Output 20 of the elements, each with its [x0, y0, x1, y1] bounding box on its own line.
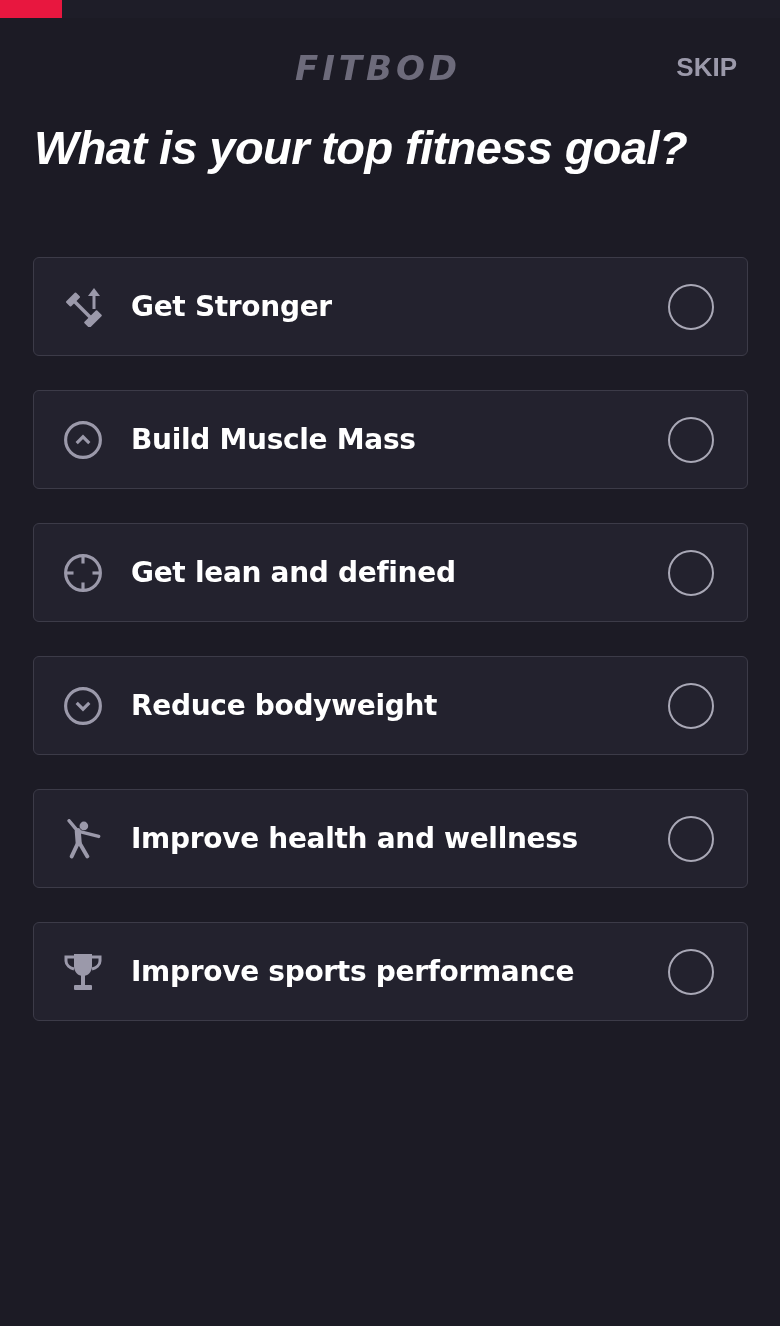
- goal-option[interactable]: Build Muscle Mass: [33, 390, 748, 489]
- trophy-icon: [63, 951, 103, 992]
- skip-button[interactable]: SKIP: [676, 50, 737, 84]
- radio-button[interactable]: [668, 283, 714, 330]
- chevron-down-circle-icon: [63, 685, 103, 726]
- chevron-up-circle-icon: [63, 419, 103, 460]
- goal-option[interactable]: Reduce bodyweight: [33, 656, 748, 755]
- question-title: What is your top fitness goal?: [34, 120, 688, 176]
- radio-button[interactable]: [668, 416, 714, 463]
- goal-option[interactable]: Get Stronger: [33, 257, 748, 356]
- radio-button[interactable]: [668, 549, 714, 596]
- crosshair-icon: [63, 552, 103, 593]
- goal-option[interactable]: Get lean and defined: [33, 523, 748, 622]
- dumbbell-arrow-icon: [63, 286, 103, 327]
- radio-button[interactable]: [668, 682, 714, 729]
- radio-button[interactable]: [668, 948, 714, 995]
- app-logo: FITBOD: [294, 48, 462, 88]
- radio-button[interactable]: [668, 815, 714, 862]
- goal-option[interactable]: Improve health and wellness: [33, 789, 748, 888]
- goal-option[interactable]: Improve sports performance: [33, 922, 748, 1021]
